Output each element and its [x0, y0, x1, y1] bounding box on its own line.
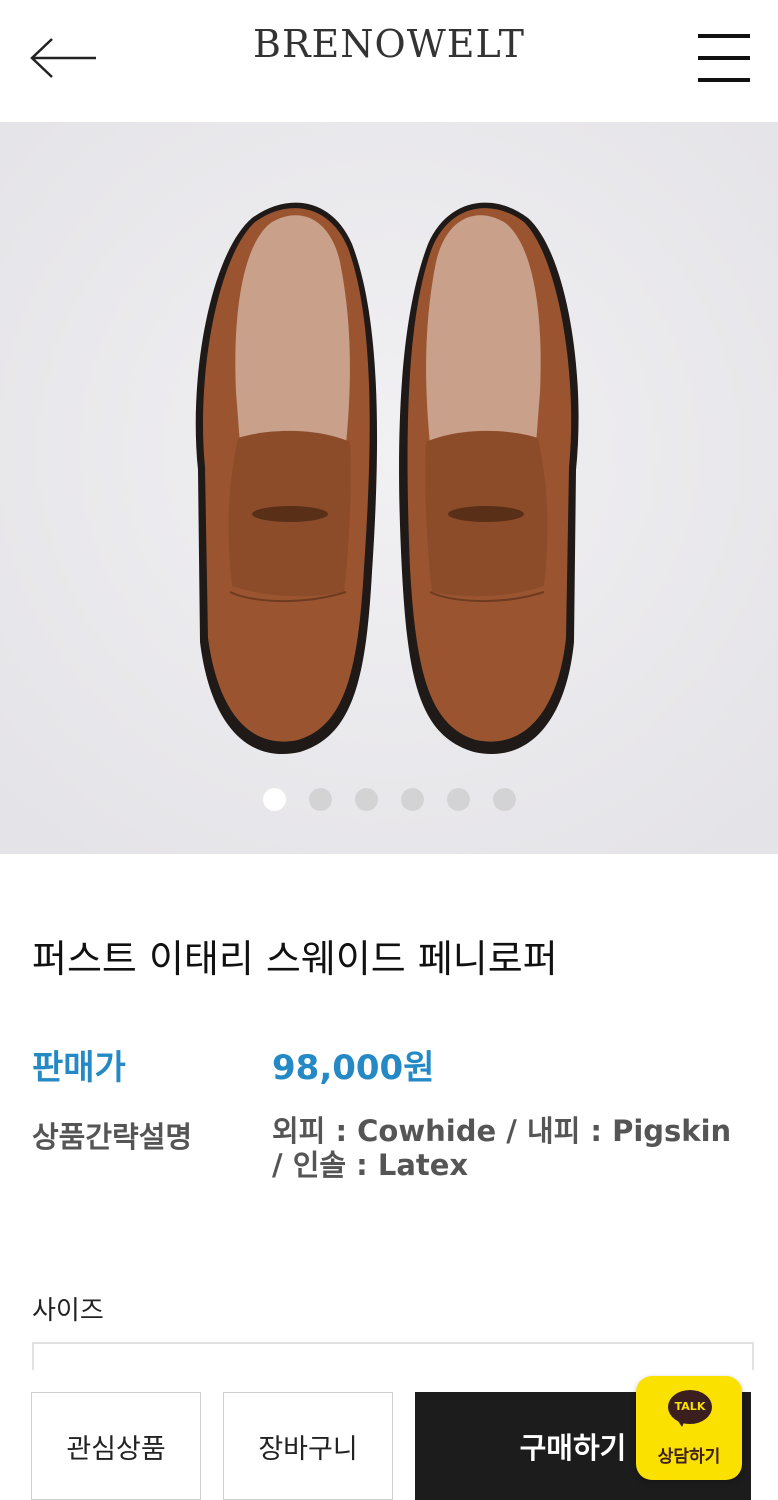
brand-logo[interactable]: BRENOWELT [0, 22, 778, 66]
pagination-dot[interactable] [492, 788, 516, 811]
description-label: 상품간략설명 [32, 1120, 193, 1154]
kakao-talk-chat-button[interactable]: TALK 상담하기 [636, 1376, 742, 1480]
price-label: 판매가 [32, 1048, 126, 1088]
cart-button[interactable]: 장바구니 [223, 1392, 393, 1500]
description-value: 외피 : Cowhide / 내피 : Pigskin / 인솔 : Latex [272, 1114, 732, 1182]
buy-label: 구매하기 [519, 1431, 627, 1465]
product-image [0, 122, 778, 854]
pagination-dot[interactable] [400, 788, 424, 811]
chat-label: 상담하기 [657, 1447, 721, 1467]
product-image-gallery[interactable] [0, 122, 778, 854]
cart-label: 장바구니 [258, 1433, 358, 1465]
size-label: 사이즈 [32, 1296, 104, 1326]
wishlist-label: 관심상품 [66, 1433, 166, 1465]
left-shoe [195, 202, 378, 755]
pagination-dot[interactable] [262, 788, 286, 811]
menu-button[interactable] [696, 30, 754, 86]
price-value: 98,000원 [272, 1048, 435, 1088]
gallery-pagination [0, 788, 778, 811]
pagination-dot[interactable] [354, 788, 378, 811]
wishlist-button[interactable]: 관심상품 [31, 1392, 201, 1500]
product-title: 퍼스트 이태리 스웨이드 페니로퍼 [32, 937, 558, 981]
talk-bubble-icon: TALK [668, 1390, 712, 1424]
right-shoe [399, 202, 579, 755]
top-header: BRENOWELT [0, 0, 778, 122]
hamburger-menu-icon [698, 34, 750, 38]
pagination-dot[interactable] [308, 788, 332, 811]
pagination-dot[interactable] [446, 788, 470, 811]
